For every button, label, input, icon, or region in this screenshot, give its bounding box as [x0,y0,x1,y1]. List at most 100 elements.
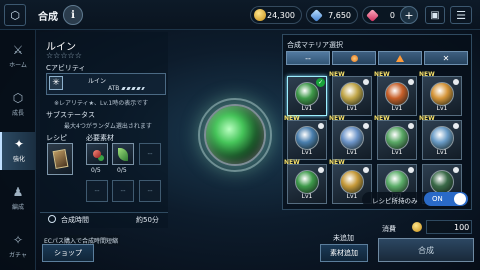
substatus-note: 最大4つがランダム選出されます [64,123,152,130]
materia-cell[interactable]: Lv1 ✓ [287,76,327,116]
sidebar-item-home[interactable]: ⚔ ホーム [0,38,36,76]
sidebar-item-enhance[interactable]: ✦ 強化 [0,132,36,170]
new-badge: NEW [329,115,345,122]
sidebar-item-growth[interactable]: ⬡ 成長 [0,86,36,124]
sidebar-item-label: 強化 [12,156,25,163]
toggle-state-label: ON [432,195,443,203]
craft-time-label: 合成時間 [61,216,89,224]
materia-cell[interactable]: Lv1 NEW [329,71,372,116]
currency-gold: 24,300 [250,6,302,24]
atb-gauge [121,87,145,90]
ability-note: ※レアリティ★、Lv.1時の表示です [54,100,149,107]
material-slot-5[interactable]: -- [112,180,134,202]
gold-coin-icon [254,9,266,21]
currency-gold-value: 24,300 [267,10,295,20]
back-button[interactable]: ⬡ [4,4,26,26]
new-badge: NEW [419,115,435,122]
enhance-icon: ✦ [13,137,25,151]
substatus-header: サブステータス [46,111,95,119]
owned-dot-icon [318,167,324,173]
filter-tab-triangle[interactable] [378,51,422,65]
materia-cell[interactable]: Lv1 NEW [419,71,462,116]
filter-tab-label: -- [305,53,311,63]
currency-crystal: 7,650 [306,6,358,24]
materia-level: Lv1 [346,149,358,156]
info-icon[interactable]: i [63,5,83,25]
materia-cell[interactable]: Lv1 NEW [329,115,372,160]
material-slot-1[interactable] [86,143,108,165]
materia-orb-icon [430,82,454,106]
materia-cell[interactable]: Lv1 NEW [374,71,417,116]
empty-slot-label: -- [120,187,126,195]
home-icon: ⚔ [12,43,24,57]
owned-dot-icon [408,167,414,173]
sidebar-item-label: 成長 [11,110,24,117]
crystal-icon [310,9,323,22]
sidebar-item-party[interactable]: ♟ 編成 [0,180,36,218]
materia-level: Lv1 [301,149,313,156]
materia-orb-icon [340,126,364,150]
back-arrow-icon: ⬡ [10,8,20,22]
materia-level: Lv1 [346,105,358,112]
craft-time-value: 約50分 [136,216,159,224]
materia-orb-icon [385,126,409,150]
consume-value: 100 [454,223,470,232]
material-slot-3[interactable]: -- [139,143,161,165]
materia-select-header: 合成マテリア選択 [287,41,343,49]
owned-dot-icon [363,123,369,129]
materia-cell[interactable]: Lv1 NEW [284,159,327,204]
menu-button[interactable]: ☰ [450,6,472,24]
materia-level: Lv1 [301,193,313,200]
material-slot-4[interactable]: -- [86,180,108,202]
new-badge: NEW [284,115,300,122]
material-slot-6[interactable]: -- [139,180,161,202]
owned-dot-icon [408,123,414,129]
gold-coin-icon [412,222,422,232]
ability-atb-label: ATB [108,85,120,92]
recipe-header: レシピ [46,134,67,142]
materia-level: Lv1 [301,105,313,112]
gift-button[interactable]: ▣ [425,6,445,24]
sidebar-item-gacha[interactable]: ✧ ガチャ [0,228,36,266]
new-badge: NEW [329,159,345,166]
craft-button[interactable]: 合成 [378,238,474,262]
owned-dot-icon [363,79,369,85]
materia-cell[interactable]: Lv1 NEW [374,115,417,160]
materia-orb-icon [204,104,266,166]
filter-tab-cross[interactable]: ✕ [424,51,468,65]
owned-dot-icon [408,79,414,85]
materia-level: Lv1 [436,149,448,156]
recipe-scroll-slot[interactable] [47,143,73,175]
material-count-1: 0/5 [91,167,101,174]
material-count-2: 0/5 [117,167,127,174]
empty-slot-label: -- [147,150,153,158]
gacha-icon: ✧ [12,233,24,247]
materia-orb-icon [340,170,364,194]
new-badge: NEW [374,115,390,122]
materia-orb-icon [340,82,364,106]
materia-cell[interactable]: Lv1 NEW [419,115,462,160]
shop-button[interactable]: ショップ [42,244,94,262]
owned-dot-icon [453,123,459,129]
materia-orb-icon [385,82,409,106]
materia-level: Lv1 [391,149,403,156]
filter-tab-circle[interactable] [332,51,376,65]
add-gem-button[interactable]: + [400,6,418,24]
owned-dot-icon [453,167,459,173]
empty-slot-label: -- [147,187,153,195]
orange-dot-icon [350,54,358,62]
materia-orb-icon [295,170,319,194]
sidebar-item-label: 編成 [11,204,24,211]
orange-triangle-icon [396,54,404,62]
new-badge: NEW [329,71,345,78]
material-slot-2[interactable] [112,143,134,165]
filter-tab-all[interactable]: -- [286,51,330,65]
currency-crystal-value: 7,650 [328,10,351,20]
ability-icon: ✳ [49,76,63,90]
add-material-button[interactable]: 素材追加 [320,244,368,262]
materia-level: Lv1 [391,105,403,112]
new-badge: NEW [419,71,435,78]
party-icon: ♟ [12,185,24,199]
materia-cell[interactable]: Lv1 NEW [284,115,327,160]
page-title: 合成 [38,12,58,23]
